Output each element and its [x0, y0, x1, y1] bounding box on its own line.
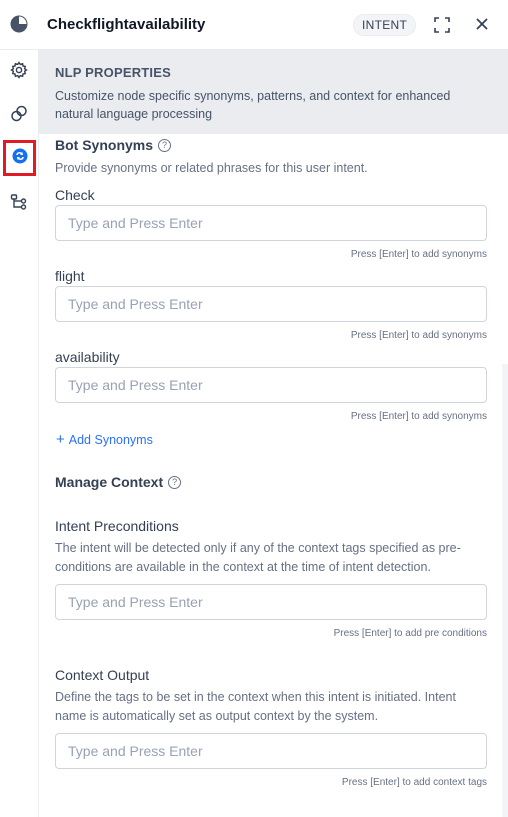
- synonym-label-flight: flight: [55, 268, 85, 284]
- scrollbar-track[interactable]: [502, 364, 508, 817]
- panel-header: Checkflightavailability INTENT: [0, 0, 508, 50]
- banner-title: NLP PROPERTIES: [55, 65, 171, 80]
- manage-context-heading: Manage Context ?: [55, 474, 182, 490]
- intent-preconditions-description: The intent will be detected only if any …: [55, 541, 461, 574]
- synonym-label-availability: availability: [55, 349, 120, 365]
- settings-tab[interactable]: [9, 60, 29, 84]
- synonym-hint: Press [Enter] to add synonyms: [350, 411, 487, 422]
- preconditions-input[interactable]: [55, 584, 487, 620]
- manage-context-title: Manage Context: [55, 474, 164, 490]
- context-output-description: Define the tags to be set in the context…: [55, 690, 456, 723]
- add-synonyms-button[interactable]: + Add Synonyms: [56, 431, 153, 448]
- synonym-hint: Press [Enter] to add synonyms: [350, 330, 487, 341]
- add-synonyms-label: Add Synonyms: [68, 433, 153, 447]
- context-output-hint: Press [Enter] to add context tags: [341, 777, 487, 788]
- synonym-input-check[interactable]: [55, 205, 487, 241]
- flow-icon: [10, 193, 28, 216]
- node-icon: [10, 15, 28, 33]
- intent-preconditions-label: Intent Preconditions: [55, 518, 179, 534]
- nlp-properties-banner: NLP PROPERTIES Customize node specific s…: [39, 50, 508, 134]
- preconditions-hint: Press [Enter] to add pre conditions: [333, 628, 487, 639]
- synonym-hint: Press [Enter] to add synonyms: [350, 249, 487, 260]
- help-icon[interactable]: ?: [158, 138, 172, 152]
- panel-title: Checkflightavailability: [47, 16, 206, 33]
- connections-tab[interactable]: [9, 105, 29, 128]
- nlp-properties-tab[interactable]: [3, 140, 36, 176]
- bot-synonyms-description: Provide synonyms or related phrases for …: [55, 161, 368, 175]
- nlp-icon: [12, 148, 28, 169]
- properties-content: Bot Synonyms ? Provide synonyms or relat…: [39, 134, 508, 817]
- bot-synonyms-heading: Bot Synonyms ?: [55, 137, 172, 153]
- node-type-badge: INTENT: [353, 14, 417, 36]
- synonym-label-check: Check: [55, 187, 95, 203]
- expand-icon[interactable]: [433, 16, 451, 34]
- gear-icon: [10, 60, 28, 84]
- side-rail: [0, 50, 39, 817]
- synonym-input-availability[interactable]: [55, 367, 487, 403]
- context-output-input[interactable]: [55, 733, 487, 769]
- plus-icon: +: [56, 431, 65, 448]
- context-output-label: Context Output: [55, 667, 150, 683]
- flow-tab[interactable]: [9, 193, 29, 216]
- help-icon[interactable]: ?: [168, 475, 182, 489]
- connections-icon: [10, 105, 28, 128]
- close-icon[interactable]: [474, 16, 490, 32]
- bot-synonyms-title: Bot Synonyms: [55, 137, 154, 153]
- synonym-input-flight[interactable]: [55, 286, 487, 322]
- banner-description: Customize node specific synonyms, patter…: [55, 89, 451, 121]
